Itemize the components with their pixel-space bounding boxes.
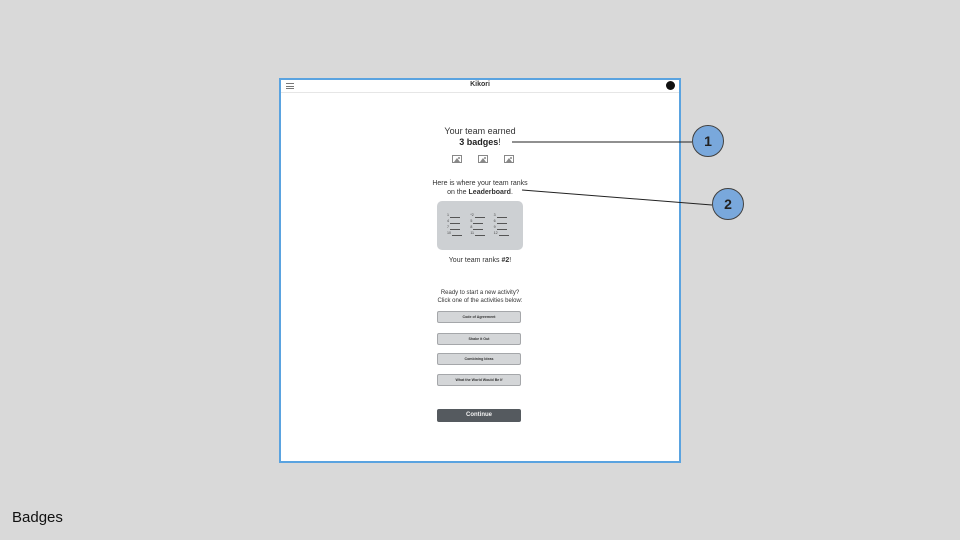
leaderboard-entry: 11 bbox=[470, 231, 493, 236]
callout-badge-2: 2 bbox=[712, 188, 744, 220]
badge-count: 3 badges bbox=[459, 137, 499, 147]
leaderboard-entry: 12 bbox=[494, 231, 517, 236]
leaderboard-entry: 4 bbox=[447, 219, 470, 224]
leaderboard-entry: 5 bbox=[470, 219, 493, 224]
top-bar: Kikori bbox=[281, 80, 679, 93]
activity-prompt: Ready to start a new activity? Click one… bbox=[281, 290, 679, 305]
leaderboard-entry: 6 bbox=[494, 219, 517, 224]
leaderboard-intro: Here is where your team ranks on the Lea… bbox=[281, 179, 679, 197]
activity-button-shake-it-out[interactable]: Shake it Out bbox=[437, 333, 521, 345]
activity-button-code-of-agreement[interactable]: Code of Agreement bbox=[437, 311, 521, 323]
slide-caption: Badges bbox=[12, 509, 63, 526]
leaderboard-link-text: Leaderboard bbox=[468, 189, 511, 196]
profile-avatar[interactable] bbox=[666, 81, 675, 90]
badges-earned-text: Your team earned 3 badges! bbox=[281, 126, 679, 148]
team-rank-prefix: Your team ranks bbox=[448, 257, 502, 264]
activity-button-what-the-world-would-be-if[interactable]: What the World Would Be If bbox=[437, 374, 521, 386]
earned-suffix: ! bbox=[498, 137, 501, 147]
earned-prefix: Your team earned bbox=[444, 126, 516, 136]
leaderboard-entry: 3 bbox=[494, 213, 517, 218]
leaderboard-entry: 9 bbox=[494, 225, 517, 230]
continue-button[interactable]: Continue bbox=[437, 409, 521, 422]
leaderboard-entry: 7 bbox=[447, 225, 470, 230]
leaderboard-entry: 10 bbox=[447, 231, 470, 236]
leaderboard-grid: 1 *2 3 4 5 6 7 8 9 10 11 12 bbox=[447, 213, 517, 236]
activity-prompt-line2: Click one of the activities below: bbox=[437, 297, 523, 304]
app-screen: Kikori Your team earned 3 badges! Here i… bbox=[279, 78, 681, 463]
leaderboard-intro-line1: Here is where your team ranks bbox=[432, 180, 528, 187]
team-rank-text: Your team ranks #2! bbox=[281, 257, 679, 264]
leaderboard-entry: 1 bbox=[447, 213, 470, 218]
callout-badge-1: 1 bbox=[692, 125, 724, 157]
badge-image-icon bbox=[478, 155, 488, 163]
badge-list bbox=[452, 155, 514, 164]
activity-prompt-line1: Ready to start a new activity? bbox=[440, 290, 520, 296]
activity-button-combining-ideas[interactable]: Combining Ideas bbox=[437, 353, 521, 365]
badge-image-icon bbox=[504, 155, 514, 163]
leaderboard-intro-suffix: . bbox=[510, 189, 513, 196]
app-title: Kikori bbox=[470, 81, 490, 88]
leaderboard-entry: 8 bbox=[470, 225, 493, 230]
leaderboard-intro-prefix: on the bbox=[447, 189, 469, 196]
leaderboard-entry: *2 bbox=[470, 213, 493, 218]
badge-image-icon bbox=[452, 155, 462, 163]
team-rank-suffix: ! bbox=[509, 257, 512, 264]
leaderboard-card[interactable]: 1 *2 3 4 5 6 7 8 9 10 11 12 bbox=[437, 201, 523, 250]
